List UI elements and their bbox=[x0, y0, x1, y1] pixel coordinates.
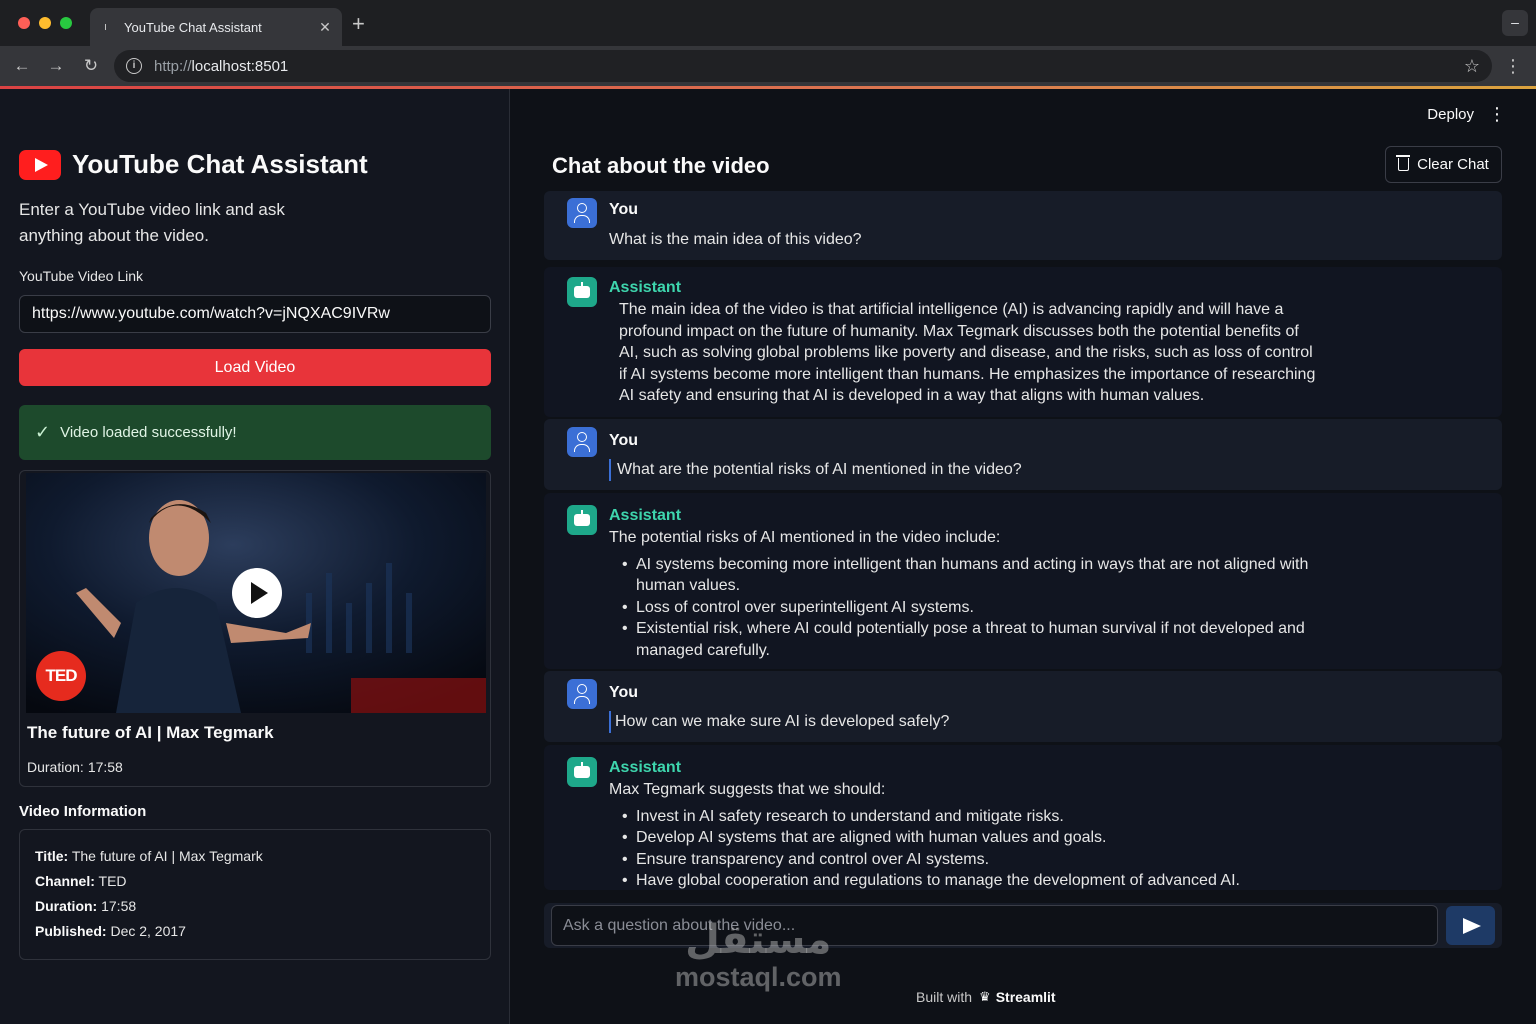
chat-message-user: You How can we make sure AI is developed… bbox=[544, 671, 1502, 742]
streamlit-crown-icon: ♛ bbox=[979, 989, 991, 1004]
list-item: Develop AI systems that are aligned with… bbox=[609, 827, 1309, 849]
browser-toolbar: ← → ↻ i http://localhost:8501 ☆ ⋮ bbox=[0, 46, 1536, 86]
chat-message-assistant: Assistant The main idea of the video is … bbox=[544, 267, 1502, 417]
user-avatar-icon bbox=[567, 198, 597, 228]
message-role: Assistant bbox=[609, 759, 682, 776]
trash-icon bbox=[1396, 155, 1411, 171]
message-text: The potential risks of AI mentioned in t… bbox=[609, 527, 1309, 661]
footer-prefix: Built with bbox=[916, 989, 973, 1005]
message-bullet-list: AI systems becoming more intelligent tha… bbox=[609, 554, 1309, 662]
youtube-logo-icon bbox=[19, 149, 61, 180]
chat-message-assistant: Assistant Max Tegmark suggests that we s… bbox=[544, 745, 1502, 892]
forward-icon[interactable]: → bbox=[44, 54, 68, 78]
info-row-duration: Duration: 17:58 bbox=[35, 898, 137, 914]
video-link-label: YouTube Video Link bbox=[19, 268, 144, 284]
list-item: Ensure transparency and control over AI … bbox=[609, 849, 1309, 871]
clear-chat-button[interactable]: Clear Chat bbox=[1385, 146, 1502, 183]
video-title: The future of AI | Max Tegmark bbox=[27, 723, 274, 742]
window-close-dot[interactable] bbox=[18, 17, 30, 29]
message-text: The main idea of the video is that artif… bbox=[619, 301, 1316, 404]
message-role: You bbox=[609, 684, 639, 701]
message-intro: Max Tegmark suggests that we should: bbox=[609, 781, 886, 798]
message-role: Assistant bbox=[609, 507, 682, 524]
watermark-latin: mostaql.com bbox=[675, 962, 842, 992]
user-avatar-icon bbox=[567, 679, 597, 709]
video-info-box: Title: The future of AI | Max Tegmark Ch… bbox=[19, 829, 491, 960]
clear-chat-label: Clear Chat bbox=[1417, 156, 1489, 173]
chat-message-assistant: Assistant The potential risks of AI ment… bbox=[544, 493, 1502, 669]
list-item: Existential risk, where AI could potenti… bbox=[609, 618, 1309, 661]
info-row-published: Published: Dec 2, 2017 bbox=[35, 923, 186, 939]
window-menu-icon[interactable]: – bbox=[1502, 10, 1528, 36]
browser-tab-bar: ı YouTube Chat Assistant ✕ + – bbox=[0, 0, 1536, 46]
address-bar[interactable]: i http://localhost:8501 ☆ bbox=[114, 50, 1492, 82]
user-avatar-icon bbox=[567, 427, 597, 457]
message-text: How can we make sure AI is developed saf… bbox=[609, 711, 1309, 733]
window-minimize-dot[interactable] bbox=[39, 17, 51, 29]
address-url: http://localhost:8501 bbox=[154, 57, 289, 75]
intro-text: Enter a YouTube video link and ask anyth… bbox=[19, 200, 285, 245]
info-row-channel: Channel: TED bbox=[35, 873, 127, 889]
site-info-icon[interactable]: i bbox=[126, 58, 142, 74]
assistant-bot-icon bbox=[567, 277, 597, 307]
message-text: What is the main idea of this video? bbox=[609, 231, 862, 248]
watermark-arabic: مستقل bbox=[685, 918, 832, 962]
success-alert: ✓ Video loaded successfully! bbox=[19, 405, 491, 460]
chat-title: Chat about the video bbox=[552, 153, 770, 178]
ted-badge: TED bbox=[36, 651, 86, 701]
message-text: Max Tegmark suggests that we should: Inv… bbox=[609, 779, 1309, 892]
list-item: Have global cooperation and regulations … bbox=[609, 870, 1309, 892]
app-header: YouTube Chat Assistant bbox=[19, 149, 368, 180]
footer: Built with ♛ Streamlit bbox=[916, 989, 1056, 1005]
footer-brand-link[interactable]: Streamlit bbox=[996, 989, 1056, 1005]
message-intro: The potential risks of AI mentioned in t… bbox=[609, 529, 1001, 546]
watermark-logo: مستقل mostaql.com bbox=[675, 918, 842, 992]
new-tab-icon[interactable]: + bbox=[352, 12, 365, 36]
app-title: YouTube Chat Assistant bbox=[72, 149, 368, 179]
video-link-input[interactable] bbox=[19, 295, 491, 333]
tab-favicon-icon: ı bbox=[104, 21, 108, 33]
back-icon[interactable]: ← bbox=[10, 54, 34, 78]
assistant-bot-icon bbox=[567, 757, 597, 787]
send-icon[interactable] bbox=[1446, 906, 1495, 945]
video-thumbnail[interactable]: TED bbox=[26, 473, 486, 713]
list-item: Loss of control over superintelligent AI… bbox=[609, 597, 1309, 619]
load-video-button[interactable]: Load Video bbox=[19, 349, 491, 386]
chat-message-user: You What is the main idea of this video? bbox=[544, 191, 1502, 260]
tab-close-icon[interactable]: ✕ bbox=[318, 19, 332, 36]
checkmark-icon: ✓ bbox=[35, 422, 51, 442]
message-bullet-list: Invest in AI safety research to understa… bbox=[609, 806, 1309, 892]
message-text: What are the potential risks of AI menti… bbox=[609, 459, 1309, 481]
video-duration: Duration: 17:58 bbox=[27, 759, 123, 775]
assistant-bot-icon bbox=[567, 505, 597, 535]
video-card: TED The future of AI | Max Tegmark Durat… bbox=[19, 470, 491, 787]
info-row-title: Title: The future of AI | Max Tegmark bbox=[35, 848, 263, 864]
message-role: You bbox=[609, 432, 639, 449]
list-item: AI systems becoming more intelligent tha… bbox=[609, 554, 1309, 597]
list-item: Invest in AI safety research to understa… bbox=[609, 806, 1309, 828]
message-role: Assistant bbox=[609, 279, 682, 296]
browser-menu-icon[interactable]: ⋮ bbox=[1504, 54, 1522, 78]
play-icon[interactable] bbox=[232, 568, 282, 618]
reload-icon[interactable]: ↻ bbox=[79, 54, 103, 78]
sidebar: YouTube Chat Assistant Enter a YouTube v… bbox=[0, 89, 510, 1024]
chat-message-user: You What are the potential risks of AI m… bbox=[544, 419, 1502, 490]
video-info-heading: Video Information bbox=[19, 803, 147, 820]
main-menu-icon[interactable]: ⋮ bbox=[1488, 104, 1506, 125]
message-role: You bbox=[609, 201, 639, 218]
browser-tab[interactable]: ı YouTube Chat Assistant ✕ bbox=[90, 8, 342, 46]
window-zoom-dot[interactable] bbox=[60, 17, 72, 29]
success-message: Video loaded successfully! bbox=[60, 424, 237, 441]
deploy-button[interactable]: Deploy bbox=[1427, 106, 1474, 123]
tab-title: YouTube Chat Assistant bbox=[124, 19, 262, 35]
bookmark-star-icon[interactable]: ☆ bbox=[1464, 56, 1480, 77]
main-panel: Deploy ⋮ Chat about the video Clear Chat… bbox=[511, 89, 1536, 1024]
